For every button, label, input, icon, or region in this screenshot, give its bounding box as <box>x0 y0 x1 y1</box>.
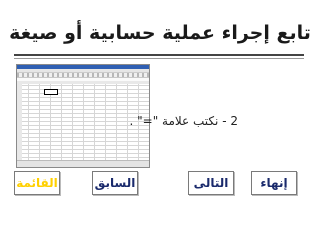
spreadsheet-row-headers <box>17 81 22 161</box>
title-divider <box>14 54 304 56</box>
slide-title: تابع إجراء عملية حسابية أو صيغة <box>9 22 311 44</box>
title-divider-thin <box>14 58 304 59</box>
instruction-text: 2 - نكتب علامة "=" . <box>129 114 238 128</box>
finish-button[interactable]: إنهاء <box>251 171 297 195</box>
menu-button[interactable]: القائمة <box>14 171 60 195</box>
previous-button[interactable]: السابق <box>92 171 138 195</box>
spreadsheet-column-headers <box>17 81 149 84</box>
spreadsheet-selected-cell <box>44 89 58 95</box>
spreadsheet-statusbar <box>17 160 149 167</box>
next-button[interactable]: التالى <box>188 171 234 195</box>
